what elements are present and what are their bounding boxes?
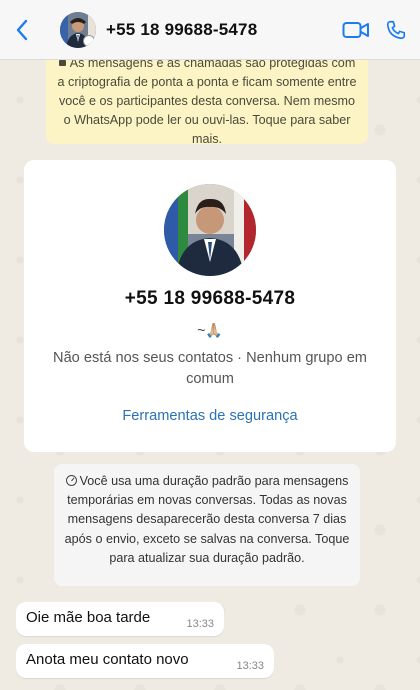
profile-photo[interactable] xyxy=(164,184,256,276)
message-text: Oie mãe boa tarde xyxy=(26,609,151,626)
contact-about: ~🙏🏼 xyxy=(197,322,223,338)
lock-icon xyxy=(58,56,66,66)
message-time: 13:33 xyxy=(236,660,264,672)
avatar[interactable] xyxy=(60,11,96,48)
video-call-button[interactable] xyxy=(336,0,376,60)
voice-call-button[interactable] xyxy=(376,0,416,60)
encryption-notice-text: As mensagens e as chamadas são protegida… xyxy=(57,56,357,146)
chat-title[interactable]: +55 18 99688-5478 xyxy=(106,20,336,40)
chevron-left-icon xyxy=(16,19,28,40)
disappearing-timer-badge xyxy=(83,34,95,47)
message-text: Anota meu contato novo xyxy=(26,651,189,668)
message-bubble[interactable]: Oie mãe boa tarde 13:33 xyxy=(16,602,224,636)
profile-photo-image xyxy=(164,184,256,276)
disappearing-notice-text: Você usa uma duração padrão para mensage… xyxy=(64,474,350,565)
message-bubble[interactable]: Anota meu contato novo 13:33 xyxy=(16,644,274,678)
contact-profile-card: +55 18 99688-5478 ~🙏🏼 Não está nos seus … xyxy=(24,160,396,452)
video-camera-icon xyxy=(342,21,369,38)
timer-icon xyxy=(65,475,77,486)
contact-status: Não está nos seus contatos · Nenhum grup… xyxy=(53,350,367,387)
chat-header: +55 18 99688-5478 xyxy=(0,0,420,60)
back-button[interactable] xyxy=(2,0,42,60)
phone-icon xyxy=(386,20,406,39)
contact-number: +55 18 99688-5478 xyxy=(124,288,296,309)
disappearing-messages-notice[interactable]: Você usa uma duração padrão para mensage… xyxy=(54,464,360,586)
message-time: 13:33 xyxy=(186,618,214,630)
security-tools-link[interactable]: Ferramentas de segurança xyxy=(24,408,396,424)
